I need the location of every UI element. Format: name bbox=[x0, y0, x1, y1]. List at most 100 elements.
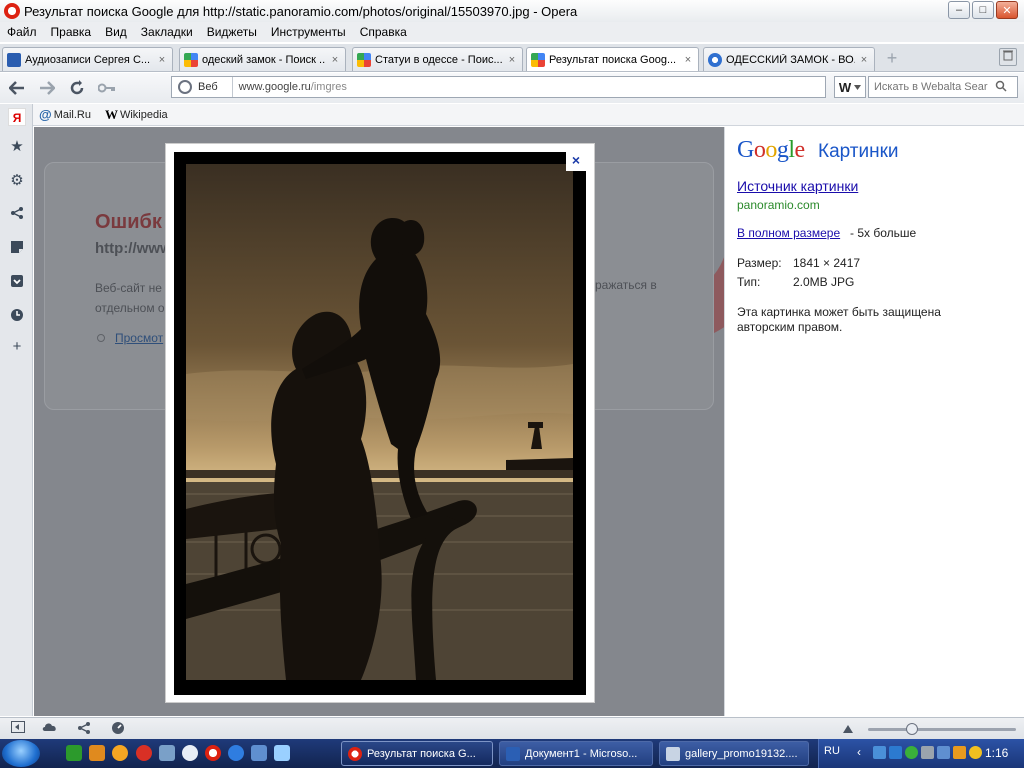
start-button[interactable] bbox=[2, 740, 40, 767]
tab-label: Результат поиска Goog... bbox=[549, 53, 677, 66]
taskbar: Результат поиска G... Документ1 - Micros… bbox=[0, 739, 1024, 768]
star-icon[interactable]: ★ bbox=[8, 138, 26, 156]
bookmark-mailru[interactable]: @ Mail.Ru bbox=[39, 107, 91, 122]
full-size-link[interactable]: В полном размере bbox=[737, 226, 840, 240]
search-icon[interactable] bbox=[991, 80, 1011, 95]
wikipedia-icon: W bbox=[104, 106, 118, 122]
forward-button[interactable] bbox=[34, 77, 60, 99]
tab-close-icon[interactable]: × bbox=[156, 54, 168, 66]
window-controls: – □ ✕ bbox=[948, 1, 1018, 19]
tray-green-icon[interactable] bbox=[905, 746, 918, 759]
menu-tools[interactable]: Инструменты bbox=[264, 25, 353, 39]
menu-widgets[interactable]: Виджеты bbox=[200, 25, 264, 39]
menu-bar: Файл Правка Вид Закладки Виджеты Инструм… bbox=[0, 22, 1024, 42]
quicklaunch-clock-icon[interactable] bbox=[182, 745, 198, 761]
tab-close-icon[interactable]: × bbox=[329, 54, 341, 66]
tab-close-icon[interactable]: × bbox=[506, 54, 518, 66]
zoom-slider-handle[interactable] bbox=[906, 723, 919, 735]
menu-help[interactable]: Справка bbox=[353, 25, 414, 39]
close-lightbox-button[interactable]: × bbox=[566, 149, 586, 171]
tray-expand-icon[interactable]: ‹ bbox=[857, 746, 870, 759]
tab-audio[interactable]: Аудиозаписи Сергея С... × bbox=[2, 47, 173, 71]
search-box bbox=[868, 76, 1018, 98]
menu-view[interactable]: Вид bbox=[98, 25, 134, 39]
opera-logo-icon bbox=[4, 3, 20, 19]
task-word[interactable]: Документ1 - Microso... bbox=[499, 741, 653, 766]
quicklaunch-opera-icon[interactable] bbox=[205, 745, 221, 761]
quicklaunch-ie-icon[interactable] bbox=[228, 745, 244, 761]
history-icon[interactable] bbox=[8, 308, 26, 326]
bookmark-wikipedia[interactable]: W Wikipedia bbox=[105, 107, 168, 123]
close-window-button[interactable]: ✕ bbox=[996, 1, 1018, 19]
tray-pause-icon[interactable] bbox=[953, 746, 966, 759]
task-gallery[interactable]: gallery_promo19132.... bbox=[659, 741, 809, 766]
tab-bar: Аудиозаписи Сергея С... × одеский замок … bbox=[0, 44, 1024, 72]
back-button[interactable] bbox=[4, 77, 30, 99]
yandex-icon[interactable]: Я bbox=[8, 108, 26, 126]
error-view-link[interactable]: Просмот bbox=[115, 331, 163, 345]
bookmark-label: Wikipedia bbox=[119, 108, 168, 121]
quicklaunch-app-icon[interactable] bbox=[136, 745, 152, 761]
search-engine-selector[interactable]: W bbox=[834, 76, 866, 98]
tab-label: одеский замок - Поиск ... bbox=[202, 53, 326, 66]
tab-close-icon[interactable]: × bbox=[858, 54, 870, 66]
google-icon bbox=[531, 52, 545, 67]
downloads-icon[interactable] bbox=[8, 274, 26, 292]
add-panel-icon[interactable]: + bbox=[8, 338, 26, 356]
minimize-button[interactable]: – bbox=[948, 1, 970, 19]
tray-monitor-icon[interactable] bbox=[889, 746, 902, 759]
bookmarks-bar: @ Mail.Ru W Wikipedia bbox=[33, 104, 1024, 126]
tab-google-result[interactable]: Результат поиска Goog... × bbox=[526, 47, 699, 71]
quicklaunch-totalcmd-icon[interactable] bbox=[89, 745, 105, 761]
quicklaunch-avast-icon[interactable] bbox=[112, 745, 128, 761]
tab-odessa-castle-search[interactable]: одеский замок - Поиск ... × bbox=[179, 47, 346, 71]
tab-label: Статуи в одессе - Поис... bbox=[375, 53, 503, 66]
panel-toggle-icon[interactable] bbox=[10, 721, 26, 737]
webalta-icon: W bbox=[838, 79, 852, 95]
address-bar[interactable]: Веб www.google.ru/imgres bbox=[171, 76, 826, 98]
key-icon[interactable] bbox=[94, 77, 120, 99]
source-link[interactable]: Источник картинки bbox=[737, 178, 858, 194]
maximize-button[interactable]: □ bbox=[972, 1, 994, 19]
task-opera[interactable]: Результат поиска G... bbox=[341, 741, 493, 766]
zoom-menu-icon[interactable] bbox=[840, 721, 856, 737]
gear-icon[interactable]: ⚙ bbox=[8, 172, 26, 190]
zoom-slider[interactable] bbox=[868, 723, 1016, 735]
menu-bookmarks[interactable]: Закладки bbox=[134, 25, 200, 39]
trash-icon[interactable] bbox=[999, 48, 1017, 66]
address-type-label: Веб bbox=[198, 77, 233, 97]
menu-edit[interactable]: Правка bbox=[44, 25, 99, 39]
link-share-icon[interactable] bbox=[76, 721, 92, 737]
notes-icon[interactable] bbox=[8, 240, 26, 258]
quicklaunch-misc-icon[interactable] bbox=[274, 745, 290, 761]
mailru-icon: @ bbox=[39, 107, 52, 122]
address-url[interactable]: www.google.ru/imgres bbox=[233, 81, 347, 93]
size-value: 1841 × 2417 bbox=[793, 256, 861, 270]
quicklaunch-desktop-icon[interactable] bbox=[251, 745, 267, 761]
photo[interactable] bbox=[186, 164, 573, 680]
google-icon bbox=[357, 52, 371, 67]
image-info-panel: Google Картинки Источник картинки panora… bbox=[724, 127, 1024, 716]
opera-unite-icon[interactable] bbox=[42, 721, 58, 737]
tab-label: ОДЕССКИЙ ЗАМОК - ВО... bbox=[726, 53, 855, 66]
tray-yellow-icon[interactable] bbox=[969, 746, 982, 759]
quicklaunch-media-icon[interactable] bbox=[159, 745, 175, 761]
search-input[interactable] bbox=[869, 81, 991, 93]
tray-app-icon[interactable] bbox=[937, 746, 950, 759]
tab-statues-search[interactable]: Статуи в одессе - Поис... × bbox=[352, 47, 523, 71]
language-indicator[interactable]: RU bbox=[824, 745, 840, 757]
reload-button[interactable] bbox=[64, 77, 90, 99]
quicklaunch-green-icon[interactable] bbox=[66, 745, 82, 761]
speed-dial-icon[interactable] bbox=[110, 721, 126, 737]
tray-network-icon[interactable] bbox=[873, 746, 886, 759]
menu-file[interactable]: Файл bbox=[0, 25, 44, 39]
image-lightbox: × bbox=[165, 143, 595, 703]
tab-odessa-castle[interactable]: ОДЕССКИЙ ЗАМОК - ВО... × bbox=[703, 47, 875, 71]
window-title: Результат поиска Google для http://stati… bbox=[24, 3, 578, 19]
share-icon[interactable] bbox=[8, 206, 26, 224]
google-icon bbox=[184, 52, 198, 67]
url-path: /imgres bbox=[310, 81, 347, 93]
new-tab-button[interactable]: + bbox=[884, 49, 900, 67]
tray-volume-icon[interactable] bbox=[921, 746, 934, 759]
tab-close-icon[interactable]: × bbox=[682, 54, 694, 66]
